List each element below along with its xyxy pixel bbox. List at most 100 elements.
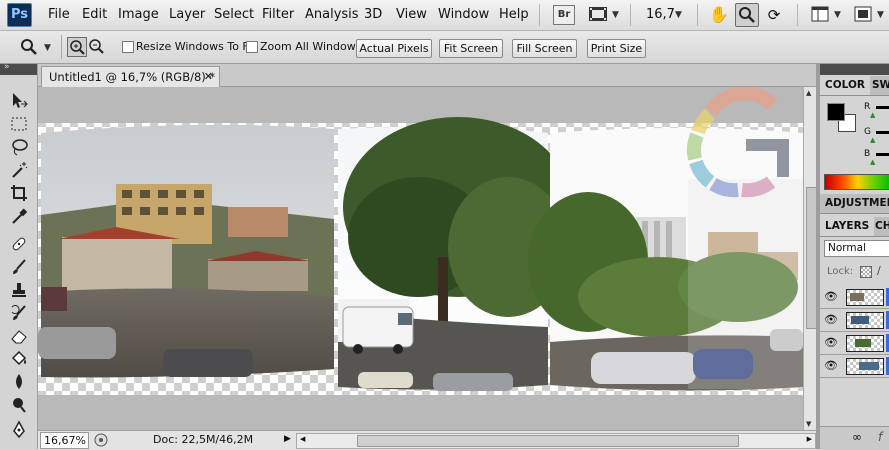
lock-brush-icon[interactable]: ∕ [877, 264, 881, 277]
tab-swatches[interactable]: SW [867, 76, 889, 95]
tab-color[interactable]: COLOR [820, 76, 870, 95]
menu-image[interactable]: Image [118, 7, 159, 22]
fill-screen-button[interactable]: Fill Screen [512, 39, 577, 58]
panorama-canvas[interactable] [38, 87, 803, 430]
clone-stamp-icon[interactable] [9, 280, 29, 300]
arrange-documents-icon[interactable] [811, 6, 829, 22]
document-tab-title: Untitled1 @ 16,7% (RGB/8) * [49, 70, 216, 84]
eyedropper-icon[interactable] [9, 206, 29, 226]
layer-thumbnail [846, 312, 884, 329]
bridge-button[interactable]: Br [553, 5, 575, 25]
brush-tool-icon[interactable] [9, 257, 29, 277]
chevron-down-icon[interactable]: ▼ [44, 43, 51, 53]
menubar-separator [539, 4, 540, 26]
zoom-out-icon [89, 39, 104, 54]
scroll-left-arrow-icon[interactable]: ◀ [300, 435, 305, 443]
zoom-level-field[interactable]: 16,7 [646, 7, 675, 22]
menu-3d[interactable]: 3D [364, 7, 382, 22]
eye-icon[interactable]: 👁 [824, 290, 838, 304]
tools-panel-header[interactable]: » [0, 62, 37, 75]
blue-slider[interactable] [876, 153, 889, 156]
canvas-area[interactable] [38, 87, 803, 430]
expand-panel-icon[interactable]: » [4, 62, 10, 72]
zoom-in-button[interactable] [67, 37, 87, 57]
chevron-down-icon[interactable]: ▼ [834, 10, 841, 20]
chevron-down-icon[interactable]: ▼ [612, 10, 619, 20]
marquee-tool-icon[interactable] [9, 114, 29, 134]
pen-tool-icon[interactable] [9, 420, 29, 440]
healing-brush-icon[interactable] [9, 234, 29, 254]
screen-mode-icon[interactable] [854, 6, 872, 22]
zoom-tool-button[interactable] [735, 3, 759, 27]
document-tab[interactable]: Untitled1 @ 16,7% (RGB/8) * ✕ [41, 66, 220, 87]
tab-channels[interactable]: CH [870, 217, 889, 236]
blur-tool-icon[interactable] [9, 372, 29, 392]
menu-layer[interactable]: Layer [169, 7, 205, 22]
menu-select[interactable]: Select [214, 7, 254, 22]
menu-filter[interactable]: Filter [262, 7, 294, 22]
resize-windows-checkbox[interactable] [122, 41, 134, 53]
hand-tool-icon[interactable]: ✋ [709, 5, 729, 25]
adjustments-panel-tabs: ADJUSTMEN [820, 194, 889, 214]
zoom-out-button[interactable] [87, 37, 105, 55]
slider-handle-icon[interactable]: ▲ [870, 111, 875, 119]
chevron-down-icon[interactable]: ▼ [675, 10, 682, 20]
foreground-color-swatch[interactable] [827, 103, 845, 121]
eye-icon[interactable]: 👁 [824, 336, 838, 350]
move-tool-icon[interactable] [9, 91, 29, 111]
red-slider[interactable] [876, 106, 889, 109]
zoom-all-windows-label: Zoom All Windows [260, 40, 362, 53]
layer-row[interactable]: 👁 [820, 355, 889, 378]
history-brush-icon[interactable] [9, 303, 29, 323]
menu-window[interactable]: Window [438, 7, 489, 22]
menu-view[interactable]: View [396, 7, 427, 22]
menu-analysis[interactable]: Analysis [305, 7, 359, 22]
horizontal-scrollbar[interactable]: ◀ ▶ [296, 433, 816, 449]
actual-pixels-button[interactable]: Actual Pixels [356, 39, 432, 58]
zoom-percent-field[interactable]: 16,67% [40, 432, 89, 449]
status-info-icon[interactable] [94, 433, 108, 447]
slider-handle-icon[interactable]: ▲ [870, 158, 875, 166]
fit-screen-button[interactable]: Fit Screen [439, 39, 503, 58]
green-slider[interactable] [876, 131, 889, 134]
magic-wand-icon[interactable] [9, 160, 29, 180]
paint-bucket-icon[interactable] [9, 349, 29, 369]
menu-help[interactable]: Help [499, 7, 529, 22]
slider-handle-icon[interactable]: ▲ [870, 136, 875, 144]
horizontal-scrollbar-thumb[interactable] [357, 435, 739, 447]
lasso-tool-icon[interactable] [9, 137, 29, 157]
tab-layers[interactable]: LAYERS [820, 217, 875, 236]
blend-mode-select[interactable]: Normal [824, 240, 889, 257]
eraser-icon[interactable] [9, 326, 29, 346]
vertical-scrollbar[interactable]: ▲ ▼ [803, 87, 817, 430]
scroll-right-arrow-icon[interactable]: ▶ [807, 435, 812, 443]
dodge-tool-icon[interactable] [9, 395, 29, 415]
scroll-up-arrow-icon[interactable]: ▲ [806, 89, 811, 97]
tab-adjustments[interactable]: ADJUSTMEN [820, 194, 889, 213]
print-size-button[interactable]: Print Size [587, 39, 646, 58]
link-layers-icon[interactable]: ∞ [852, 430, 862, 444]
close-icon[interactable]: ✕ [204, 67, 213, 87]
layer-row[interactable]: 👁 [820, 286, 889, 309]
layer-row[interactable]: 👁 [820, 332, 889, 355]
scroll-down-arrow-icon[interactable]: ▼ [806, 420, 811, 428]
status-menu-arrow-icon[interactable]: ▶ [284, 434, 291, 444]
zoom-tool-preset-icon[interactable] [19, 37, 39, 57]
layers-panel-tabs: LAYERS CH [820, 217, 889, 237]
layer-thumbnail [846, 289, 884, 306]
fx-icon[interactable]: f [878, 430, 882, 444]
layer-row[interactable]: 👁 [820, 309, 889, 332]
crop-tool-icon[interactable] [9, 183, 29, 203]
chevron-down-icon[interactable]: ▼ [877, 10, 884, 20]
film-strip-icon[interactable] [588, 5, 608, 23]
color-spectrum-bar[interactable] [824, 174, 889, 190]
zoom-all-windows-checkbox[interactable] [246, 41, 258, 53]
menu-file[interactable]: File [48, 7, 70, 22]
rotate-view-icon[interactable]: ⟳ [764, 5, 784, 25]
panel-dock-header[interactable] [820, 64, 889, 75]
lock-transparency-icon[interactable] [860, 266, 872, 278]
menu-bar: Ps File Edit Image Layer Select Filter A… [0, 0, 889, 31]
menu-edit[interactable]: Edit [82, 7, 107, 22]
eye-icon[interactable]: 👁 [824, 313, 838, 327]
eye-icon[interactable]: 👁 [824, 359, 838, 373]
